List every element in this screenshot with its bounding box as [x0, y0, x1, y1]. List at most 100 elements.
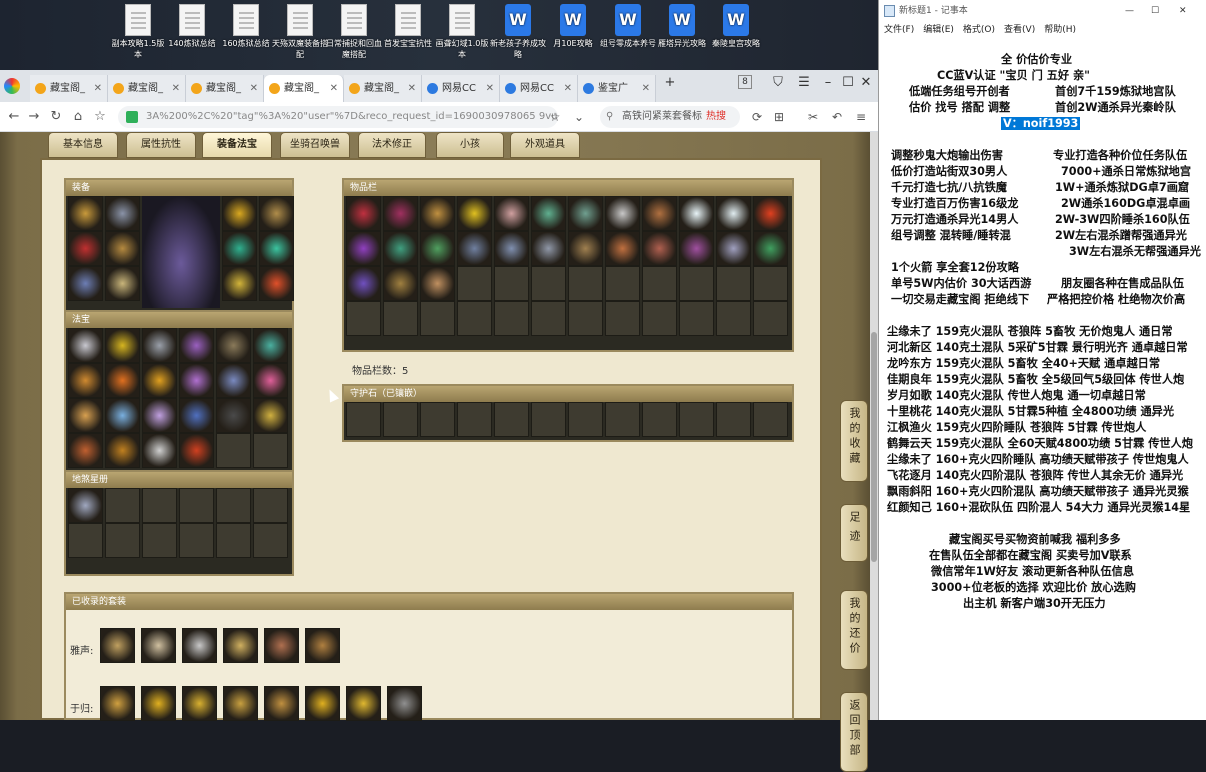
- desktop-icon[interactable]: 日常捕捉和回血魔搭配: [326, 4, 382, 60]
- fabao-slot[interactable]: [142, 433, 177, 468]
- close-window-button[interactable]: ✕: [856, 73, 876, 93]
- notepad-text-area[interactable]: 全 价估价专业 CC蓝V认证 "宝贝 门 五好 亲" 低端任务组号开创者 首创7…: [879, 40, 1206, 720]
- set-item[interactable]: [387, 686, 422, 721]
- fabao-slot[interactable]: [179, 398, 214, 433]
- refresh-icon[interactable]: ⟳: [748, 108, 766, 126]
- fabao-slot[interactable]: [105, 328, 140, 363]
- inventory-slot[interactable]: [346, 266, 381, 301]
- equip-slot[interactable]: [68, 196, 103, 231]
- fabao-slot[interactable]: [179, 328, 214, 363]
- close-icon[interactable]: ✕: [330, 75, 338, 102]
- desktop-icon[interactable]: 副本攻略1.5版本: [110, 4, 166, 60]
- equip-slot[interactable]: [259, 196, 294, 231]
- tab-count-badge[interactable]: 8: [738, 75, 752, 89]
- menu-file[interactable]: 文件(F): [884, 22, 914, 38]
- equip-slot[interactable]: [222, 231, 257, 266]
- fabao-slot[interactable]: [68, 398, 103, 433]
- set-item[interactable]: [100, 628, 135, 663]
- inventory-slot[interactable]: [383, 196, 418, 231]
- inventory-slot[interactable]: [494, 231, 529, 266]
- home-icon[interactable]: ⌂: [70, 108, 86, 126]
- inventory-slot[interactable]: [420, 231, 455, 266]
- favorites-icon[interactable]: ☆: [92, 108, 108, 126]
- new-tab-button[interactable]: +: [660, 73, 680, 93]
- dropdown-icon[interactable]: ⌄: [570, 108, 588, 126]
- inventory-slot[interactable]: [568, 196, 603, 231]
- inventory-slot[interactable]: [420, 266, 455, 301]
- set-item[interactable]: [182, 686, 217, 721]
- inventory-slot[interactable]: [716, 196, 751, 231]
- inventory-slot[interactable]: [420, 196, 455, 231]
- inventory-slot[interactable]: [383, 231, 418, 266]
- forward-icon[interactable]: →: [26, 108, 42, 126]
- equip-slot[interactable]: [68, 231, 103, 266]
- menu-help[interactable]: 帮助(H): [1044, 22, 1076, 38]
- tab-spells[interactable]: 法术修正: [358, 132, 426, 158]
- browser-tab[interactable]: 藏宝阁_ ✕: [344, 75, 422, 102]
- close-icon[interactable]: ✕: [642, 75, 650, 102]
- desktop-icon[interactable]: W 雁塔异光攻略: [654, 4, 710, 49]
- menu-format[interactable]: 格式(O): [963, 22, 995, 38]
- set-item[interactable]: [264, 686, 299, 721]
- footprint-button[interactable]: 足迹: [840, 504, 868, 562]
- fabao-slot[interactable]: [179, 433, 214, 468]
- star-slot[interactable]: [68, 488, 103, 523]
- inventory-slot[interactable]: [457, 196, 492, 231]
- inventory-slot[interactable]: [568, 231, 603, 266]
- close-icon[interactable]: ✕: [172, 75, 180, 102]
- fabao-slot[interactable]: [216, 328, 251, 363]
- reload-icon[interactable]: ↻: [48, 108, 64, 126]
- menu-icon[interactable]: ☰: [794, 73, 814, 93]
- fabao-slot[interactable]: [253, 398, 288, 433]
- tab-attributes[interactable]: 属性抗性: [126, 132, 196, 158]
- set-item[interactable]: [223, 628, 258, 663]
- set-item[interactable]: [305, 628, 340, 663]
- close-icon[interactable]: ✕: [94, 75, 102, 102]
- equip-slot[interactable]: [105, 196, 140, 231]
- fabao-slot[interactable]: [68, 363, 103, 398]
- close-icon[interactable]: ✕: [408, 75, 416, 102]
- minimize-button[interactable]: –: [818, 73, 838, 93]
- equip-slot[interactable]: [259, 231, 294, 266]
- inventory-slot[interactable]: [346, 196, 381, 231]
- desktop-icon[interactable]: W 秦陵皇宫攻略: [708, 4, 764, 49]
- fabao-slot[interactable]: [216, 398, 251, 433]
- desktop-icon[interactable]: W 月10E攻略: [545, 4, 601, 49]
- back-icon[interactable]: ←: [6, 108, 22, 126]
- browser-tab[interactable]: 藏宝阁_ ✕: [30, 75, 108, 102]
- browser-tab[interactable]: 藏宝阁_ ✕: [186, 75, 264, 102]
- fabao-slot[interactable]: [68, 328, 103, 363]
- tab-child[interactable]: 小孩: [436, 132, 504, 158]
- menu-view[interactable]: 查看(V): [1004, 22, 1035, 38]
- inventory-slot[interactable]: [679, 231, 714, 266]
- close-icon[interactable]: ✕: [250, 75, 258, 102]
- desktop-icon[interactable]: 首发宝宝抗性: [380, 4, 436, 49]
- search-box[interactable]: ⚲ 高铁问紧莱套餐标 热搜: [600, 106, 740, 128]
- equip-slot[interactable]: [68, 266, 103, 301]
- tab-mounts-pets[interactable]: 坐骑召唤兽: [280, 132, 350, 158]
- menu-icon[interactable]: ≡: [852, 108, 870, 126]
- desktop-icon[interactable]: 140炼狱总结: [164, 4, 220, 49]
- inventory-slot[interactable]: [605, 231, 640, 266]
- inventory-slot[interactable]: [716, 231, 751, 266]
- set-item[interactable]: [346, 686, 381, 721]
- my-bargain-button[interactable]: 我的还价: [840, 590, 868, 670]
- maximize-button[interactable]: ☐: [1151, 0, 1159, 22]
- inventory-slot[interactable]: [457, 231, 492, 266]
- inventory-slot[interactable]: [531, 196, 566, 231]
- inventory-slot[interactable]: [679, 196, 714, 231]
- equip-slot[interactable]: [222, 196, 257, 231]
- desktop-icon[interactable]: 天殇双魔装备搭配: [272, 4, 328, 60]
- browser-tab[interactable]: 鉴宝广 ✕: [578, 75, 656, 102]
- browser-tab[interactable]: 藏宝阁_ ✕: [108, 75, 186, 102]
- equip-slot[interactable]: [105, 231, 140, 266]
- page-scrollbar[interactable]: [870, 132, 878, 720]
- grid-icon[interactable]: ⊞: [770, 108, 788, 126]
- inventory-slot[interactable]: [494, 196, 529, 231]
- fabao-slot[interactable]: [105, 433, 140, 468]
- set-item[interactable]: [305, 686, 340, 721]
- close-button[interactable]: ✕: [1179, 0, 1187, 22]
- inventory-slot[interactable]: [753, 231, 788, 266]
- desktop-icon[interactable]: 160炼狱总结: [218, 4, 274, 49]
- inventory-slot[interactable]: [383, 266, 418, 301]
